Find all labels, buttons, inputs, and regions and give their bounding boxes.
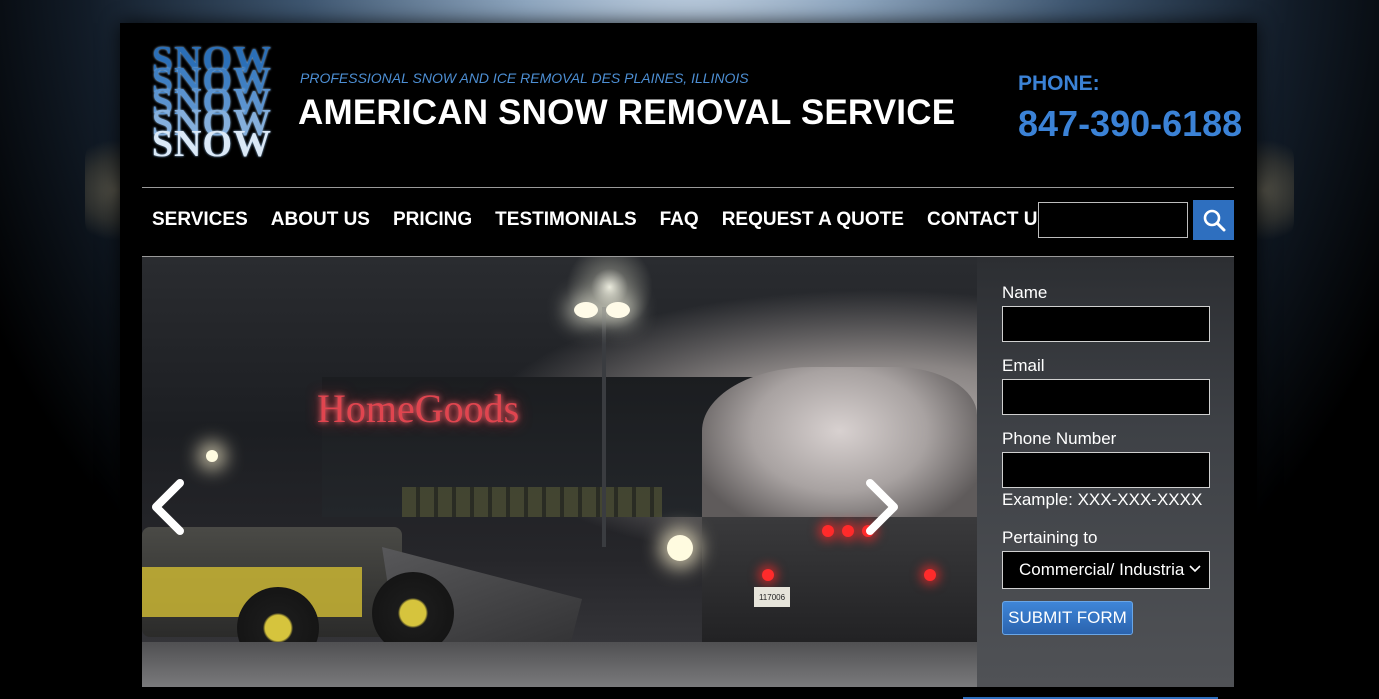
site-tagline: PROFESSIONAL SNOW AND ICE REMOVAL DES PL… (300, 70, 749, 86)
chevron-right-icon (866, 479, 898, 535)
main-nav: SERVICES ABOUT US PRICING TESTIMONIALS F… (152, 209, 1050, 231)
site-title[interactable]: AMERICAN SNOW REMOVAL SERVICE (298, 93, 955, 133)
divider-top (142, 187, 1234, 188)
hero-store-sign: HomeGoods (317, 386, 520, 431)
chevron-left-icon (152, 479, 184, 535)
slider-next-button[interactable] (862, 479, 902, 540)
nav-item-request-a-quote[interactable]: REQUEST A QUOTE (722, 209, 904, 231)
phone-number-link[interactable]: 847-390-6188 (1018, 103, 1242, 145)
nav-item-services[interactable]: SERVICES (152, 209, 248, 231)
pertaining-select-value: Commercial/ Industria (1002, 551, 1210, 589)
hero-truck-light (822, 525, 834, 537)
slider-prev-button[interactable] (148, 479, 188, 540)
nav-item-contact-us[interactable]: CONTACT US (927, 209, 1050, 231)
hero-light-pole (602, 307, 606, 547)
nav-item-testimonials[interactable]: TESTIMONIALS (495, 209, 636, 231)
search-button[interactable] (1193, 200, 1234, 240)
nav-item-pricing[interactable]: PRICING (393, 209, 472, 231)
snow-logo[interactable]: SNOW SNOW SNOW SNOW SNOW (142, 41, 282, 165)
email-field[interactable] (1002, 379, 1210, 415)
pertaining-label: Pertaining to (1002, 528, 1098, 547)
hero-snow-pile (702, 367, 977, 527)
nav-item-faq[interactable]: FAQ (660, 209, 699, 231)
hero-license-plate: 117006 (754, 587, 790, 607)
nav-item-about-us[interactable]: ABOUT US (271, 209, 370, 231)
name-label: Name (1002, 283, 1048, 302)
page-container: SNOW SNOW SNOW SNOW SNOW PROFESSIONAL SN… (120, 23, 1257, 699)
phone-number-label: Phone Number (1002, 429, 1117, 448)
phone-label: PHONE: (1018, 72, 1100, 95)
email-label: Email (1002, 356, 1045, 375)
hero-headlight (667, 535, 693, 561)
quote-form: Name Email Phone Number Example: XXX-XXX… (977, 257, 1234, 687)
phone-hint: Example: XXX-XXX-XXXX (1002, 490, 1203, 509)
search-icon (1203, 209, 1225, 232)
hero-truck (702, 517, 977, 657)
chevron-down-icon (1189, 565, 1201, 573)
hero-lamp (574, 302, 598, 318)
hero-truck-light (842, 525, 854, 537)
hero-lamp (606, 302, 630, 318)
submit-form-button[interactable]: SUBMIT FORM (1002, 601, 1133, 635)
search-input[interactable] (1038, 202, 1188, 238)
hero-slider[interactable]: HomeGoods 117006 (142, 257, 977, 687)
logo-text: SNOW (151, 123, 273, 165)
hero-truck-light (924, 569, 936, 581)
name-field[interactable] (1002, 306, 1210, 342)
phone-number-field[interactable] (1002, 452, 1210, 488)
hero-ground (142, 642, 977, 687)
hero-truck-light (762, 569, 774, 581)
pertaining-select[interactable]: Commercial/ Industria (1002, 551, 1210, 589)
